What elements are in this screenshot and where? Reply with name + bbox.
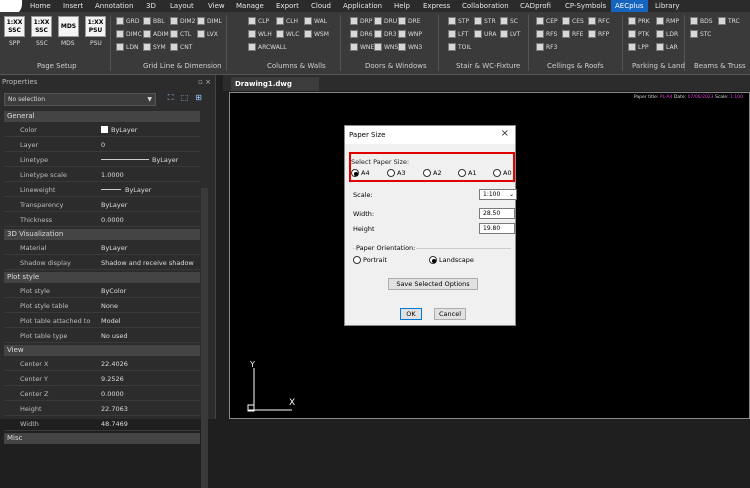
paper-size-a1-radio[interactable]: A1 [458, 169, 477, 177]
paper-size-a2-radio[interactable]: A2 [423, 169, 442, 177]
radio-circle [353, 256, 361, 264]
portrait-radio[interactable]: Portrait [353, 256, 387, 264]
paper-size-label: A1 [468, 169, 477, 177]
paper-size-a4-radio[interactable]: A4 [351, 169, 370, 177]
ucs-x-label: X [289, 398, 296, 408]
paper-size-label: A4 [361, 169, 370, 177]
height-field[interactable]: 19.80 [479, 223, 515, 234]
width-field[interactable]: 28.50 [479, 208, 515, 219]
property-value: 48.7469 [101, 420, 128, 428]
section-header[interactable]: Misc [4, 433, 200, 444]
radio-circle [423, 169, 431, 177]
radio-circle [493, 169, 501, 177]
save-options-button[interactable]: Save Selected Options [388, 278, 478, 290]
property-row[interactable]: Width 48.7469 [4, 417, 200, 431]
paper-size-label: A3 [397, 169, 406, 177]
scale-label: Scale: [353, 191, 373, 199]
chevron-down-icon: ⌄ [508, 191, 514, 198]
radio-circle [387, 169, 395, 177]
dialog-title: Paper Size [345, 126, 515, 144]
orientation-label: Paper Orientation: [355, 244, 417, 252]
ucs-y-label: Y [250, 360, 255, 369]
scale-select-value: 1:100 [483, 191, 501, 198]
paper-size-a0-radio[interactable]: A0 [493, 169, 512, 177]
property-label: Width [20, 420, 39, 428]
portrait-label: Portrait [363, 256, 387, 264]
landscape-radio[interactable]: Landscape [429, 256, 474, 264]
radio-circle [458, 169, 466, 177]
paper-size-dialog: Paper Size × Select Paper Size: A4 A3 A2 A1… [344, 125, 517, 326]
paper-size-highlight [349, 152, 515, 182]
radio-circle [429, 256, 437, 264]
paper-size-label: A0 [503, 169, 512, 177]
cancel-button[interactable]: Cancel [434, 308, 466, 320]
width-label: Width: [353, 210, 375, 218]
height-label: Height [353, 225, 375, 233]
paper-size-a3-radio[interactable]: A3 [387, 169, 406, 177]
close-icon[interactable]: × [501, 128, 509, 139]
landscape-label: Landscape [439, 256, 474, 264]
ok-button[interactable]: OK [400, 308, 422, 320]
select-paper-size-label: Select Paper Size: [351, 158, 410, 166]
paper-size-label: A2 [433, 169, 442, 177]
scale-select[interactable]: 1:100 ⌄ [479, 189, 517, 200]
radio-circle [351, 169, 359, 177]
